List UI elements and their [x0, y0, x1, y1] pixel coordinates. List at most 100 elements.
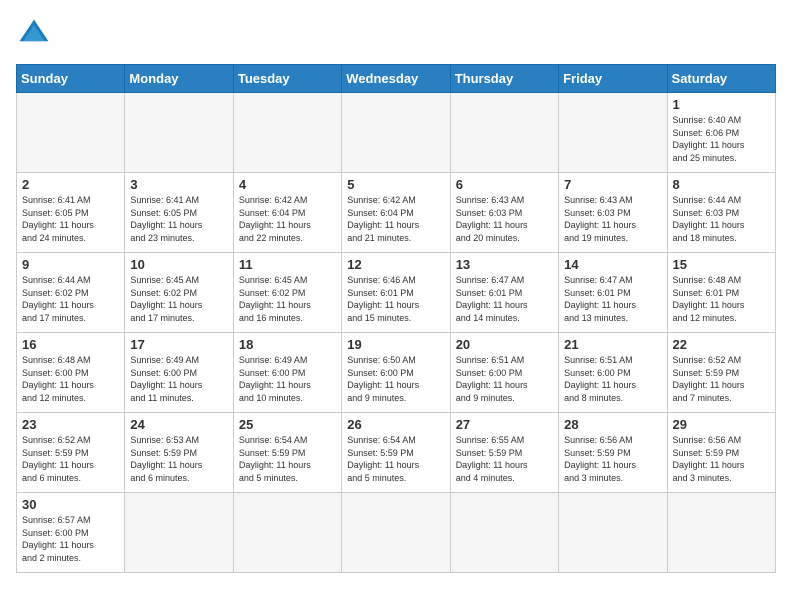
calendar-day [342, 493, 450, 573]
calendar-day [667, 493, 775, 573]
calendar-day [450, 93, 558, 173]
day-number: 11 [239, 257, 336, 272]
calendar-day: 5 Sunrise: 6:42 AM Sunset: 6:04 PM Daylig… [342, 173, 450, 253]
calendar-day: 11 Sunrise: 6:45 AM Sunset: 6:02 PM Dayli… [233, 253, 341, 333]
calendar-day: 3 Sunrise: 6:41 AM Sunset: 6:05 PM Daylig… [125, 173, 233, 253]
calendar-day: 16Sunrise: 6:48 AM Sunset: 6:00 PM Dayli… [17, 333, 125, 413]
day-info: Sunrise: 6:54 AM Sunset: 5:59 PM Dayligh… [239, 434, 336, 484]
calendar-day [125, 93, 233, 173]
header-sunday: Sunday [17, 65, 125, 93]
day-number: 8 [673, 177, 770, 192]
day-info: Sunrise: 6:53 AM Sunset: 5:59 PM Dayligh… [130, 434, 227, 484]
page-header [16, 16, 776, 52]
calendar-day [17, 93, 125, 173]
day-info: Sunrise: 6:51 AM Sunset: 6:00 PM Dayligh… [564, 354, 661, 404]
day-number: 23 [22, 417, 119, 432]
day-info: Sunrise: 6:49 AM Sunset: 6:00 PM Dayligh… [239, 354, 336, 404]
day-info: Sunrise: 6:41 AM Sunset: 6:05 PM Dayligh… [22, 194, 119, 244]
day-number: 12 [347, 257, 444, 272]
header-monday: Monday [125, 65, 233, 93]
day-info: Sunrise: 6:44 AM Sunset: 6:03 PM Dayligh… [673, 194, 770, 244]
day-number: 29 [673, 417, 770, 432]
logo-icon [16, 16, 52, 52]
day-info: Sunrise: 6:52 AM Sunset: 5:59 PM Dayligh… [22, 434, 119, 484]
day-number: 24 [130, 417, 227, 432]
calendar-day: 24 Sunrise: 6:53 AM Sunset: 5:59 PM Dayli… [125, 413, 233, 493]
calendar-day: 20Sunrise: 6:51 AM Sunset: 6:00 PM Dayli… [450, 333, 558, 413]
day-info: Sunrise: 6:44 AM Sunset: 6:02 PM Dayligh… [22, 274, 119, 324]
day-number: 19 [347, 337, 444, 352]
day-number: 4 [239, 177, 336, 192]
day-number: 13 [456, 257, 553, 272]
calendar-day: 17 Sunrise: 6:49 AM Sunset: 6:00 PM Dayli… [125, 333, 233, 413]
header-saturday: Saturday [667, 65, 775, 93]
calendar-day: 9 Sunrise: 6:44 AM Sunset: 6:02 PM Daylig… [17, 253, 125, 333]
calendar-day [233, 93, 341, 173]
calendar-week-row: 9 Sunrise: 6:44 AM Sunset: 6:02 PM Daylig… [17, 253, 776, 333]
day-info: Sunrise: 6:47 AM Sunset: 6:01 PM Dayligh… [564, 274, 661, 324]
day-number: 21 [564, 337, 661, 352]
day-info: Sunrise: 6:41 AM Sunset: 6:05 PM Dayligh… [130, 194, 227, 244]
calendar-day: 28Sunrise: 6:56 AM Sunset: 5:59 PM Dayli… [559, 413, 667, 493]
calendar-day [559, 93, 667, 173]
day-info: Sunrise: 6:43 AM Sunset: 6:03 PM Dayligh… [456, 194, 553, 244]
calendar-day: 26Sunrise: 6:54 AM Sunset: 5:59 PM Dayli… [342, 413, 450, 493]
day-info: Sunrise: 6:45 AM Sunset: 6:02 PM Dayligh… [130, 274, 227, 324]
calendar-day: 1 Sunrise: 6:40 AM Sunset: 6:06 PM Daylig… [667, 93, 775, 173]
calendar-table: SundayMondayTuesdayWednesdayThursdayFrid… [16, 64, 776, 573]
calendar-week-row: 16Sunrise: 6:48 AM Sunset: 6:00 PM Dayli… [17, 333, 776, 413]
day-number: 1 [673, 97, 770, 112]
day-number: 2 [22, 177, 119, 192]
header-friday: Friday [559, 65, 667, 93]
header-thursday: Thursday [450, 65, 558, 93]
calendar-day: 18Sunrise: 6:49 AM Sunset: 6:00 PM Dayli… [233, 333, 341, 413]
calendar-day: 21 Sunrise: 6:51 AM Sunset: 6:00 PM Dayli… [559, 333, 667, 413]
day-info: Sunrise: 6:46 AM Sunset: 6:01 PM Dayligh… [347, 274, 444, 324]
calendar-week-row: 1 Sunrise: 6:40 AM Sunset: 6:06 PM Daylig… [17, 93, 776, 173]
day-info: Sunrise: 6:54 AM Sunset: 5:59 PM Dayligh… [347, 434, 444, 484]
day-number: 7 [564, 177, 661, 192]
day-number: 27 [456, 417, 553, 432]
calendar-day: 14 Sunrise: 6:47 AM Sunset: 6:01 PM Dayli… [559, 253, 667, 333]
day-info: Sunrise: 6:56 AM Sunset: 5:59 PM Dayligh… [673, 434, 770, 484]
day-info: Sunrise: 6:48 AM Sunset: 6:00 PM Dayligh… [22, 354, 119, 404]
day-number: 9 [22, 257, 119, 272]
calendar-day: 19 Sunrise: 6:50 AM Sunset: 6:00 PM Dayli… [342, 333, 450, 413]
calendar-day: 15Sunrise: 6:48 AM Sunset: 6:01 PM Dayli… [667, 253, 775, 333]
header-tuesday: Tuesday [233, 65, 341, 93]
day-info: Sunrise: 6:57 AM Sunset: 6:00 PM Dayligh… [22, 514, 119, 564]
calendar-week-row: 2 Sunrise: 6:41 AM Sunset: 6:05 PM Daylig… [17, 173, 776, 253]
calendar-day: 8 Sunrise: 6:44 AM Sunset: 6:03 PM Daylig… [667, 173, 775, 253]
calendar-day [233, 493, 341, 573]
calendar-day: 27Sunrise: 6:55 AM Sunset: 5:59 PM Dayli… [450, 413, 558, 493]
calendar-week-row: 30Sunrise: 6:57 AM Sunset: 6:00 PM Dayli… [17, 493, 776, 573]
calendar-day: 30Sunrise: 6:57 AM Sunset: 6:00 PM Dayli… [17, 493, 125, 573]
calendar-day: 29 Sunrise: 6:56 AM Sunset: 5:59 PM Dayli… [667, 413, 775, 493]
header-wednesday: Wednesday [342, 65, 450, 93]
day-number: 10 [130, 257, 227, 272]
day-info: Sunrise: 6:43 AM Sunset: 6:03 PM Dayligh… [564, 194, 661, 244]
day-info: Sunrise: 6:40 AM Sunset: 6:06 PM Dayligh… [673, 114, 770, 164]
calendar-day: 10 Sunrise: 6:45 AM Sunset: 6:02 PM Dayli… [125, 253, 233, 333]
day-info: Sunrise: 6:50 AM Sunset: 6:00 PM Dayligh… [347, 354, 444, 404]
calendar-day: 23 Sunrise: 6:52 AM Sunset: 5:59 PM Dayli… [17, 413, 125, 493]
calendar-day [450, 493, 558, 573]
day-number: 17 [130, 337, 227, 352]
day-info: Sunrise: 6:45 AM Sunset: 6:02 PM Dayligh… [239, 274, 336, 324]
calendar-day [559, 493, 667, 573]
day-number: 20 [456, 337, 553, 352]
calendar-day: 7 Sunrise: 6:43 AM Sunset: 6:03 PM Daylig… [559, 173, 667, 253]
calendar-day: 6 Sunrise: 6:43 AM Sunset: 6:03 PM Daylig… [450, 173, 558, 253]
day-info: Sunrise: 6:42 AM Sunset: 6:04 PM Dayligh… [347, 194, 444, 244]
day-number: 6 [456, 177, 553, 192]
day-number: 3 [130, 177, 227, 192]
logo [16, 16, 58, 52]
calendar-week-row: 23 Sunrise: 6:52 AM Sunset: 5:59 PM Dayli… [17, 413, 776, 493]
day-number: 5 [347, 177, 444, 192]
day-info: Sunrise: 6:42 AM Sunset: 6:04 PM Dayligh… [239, 194, 336, 244]
day-number: 14 [564, 257, 661, 272]
day-number: 25 [239, 417, 336, 432]
day-number: 28 [564, 417, 661, 432]
day-info: Sunrise: 6:49 AM Sunset: 6:00 PM Dayligh… [130, 354, 227, 404]
calendar-day: 12 Sunrise: 6:46 AM Sunset: 6:01 PM Dayli… [342, 253, 450, 333]
